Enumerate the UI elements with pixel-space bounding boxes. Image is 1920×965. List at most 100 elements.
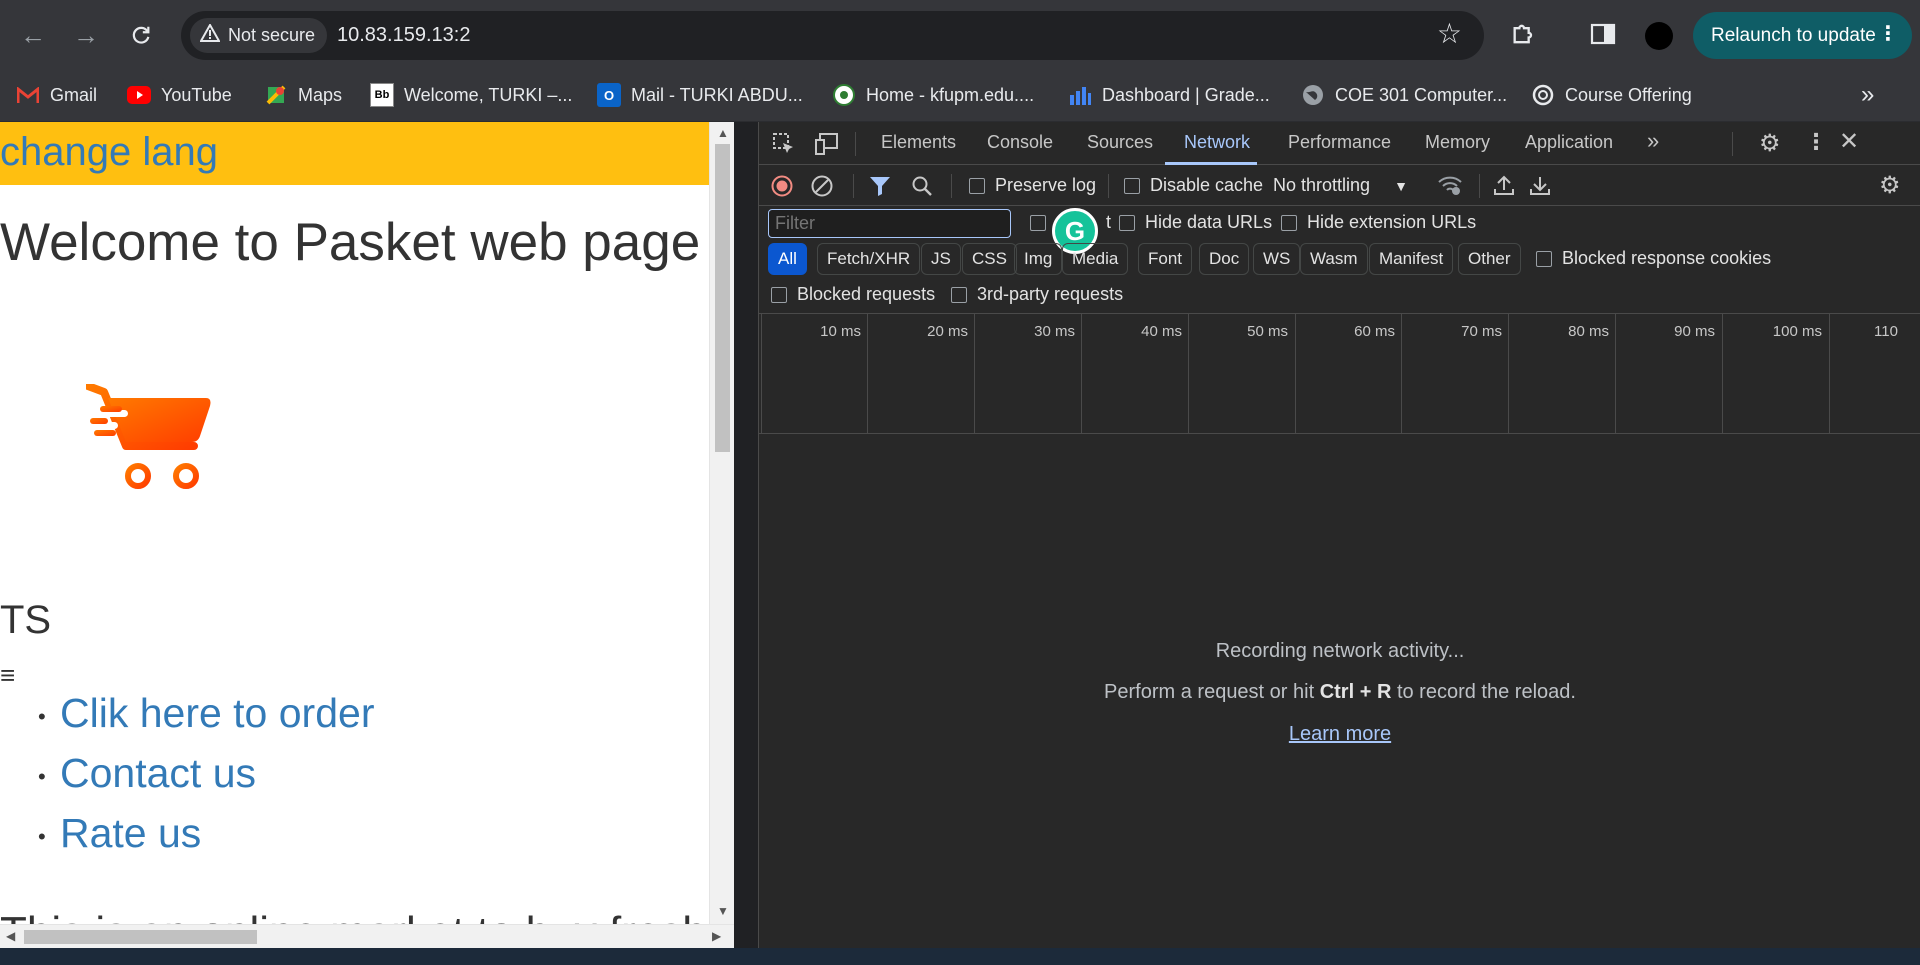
side-panel-icon[interactable]	[1590, 22, 1616, 51]
network-conditions-wifi-icon[interactable]	[1437, 174, 1463, 200]
bookmark-kfupm-home[interactable]: Home - kfupm.edu....	[832, 80, 1034, 110]
disable-cache-checkbox[interactable]: Disable cache	[1124, 175, 1263, 196]
invert-checkbox[interactable]	[1030, 215, 1046, 231]
timeline-label: 60 ms	[1354, 323, 1395, 340]
timeline-label: 20 ms	[927, 323, 968, 340]
type-filter-font[interactable]: Font	[1138, 243, 1193, 275]
back-arrow-icon[interactable]: ←	[16, 18, 50, 52]
tab-memory[interactable]: Memory	[1425, 132, 1490, 153]
tab-sources[interactable]: Sources	[1087, 132, 1153, 153]
clear-icon[interactable]	[811, 175, 833, 201]
reload-icon[interactable]	[124, 18, 158, 52]
relaunch-to-update-button[interactable]: Relaunch to update ⋮	[1693, 12, 1912, 59]
change-lang-link[interactable]: change lang	[0, 130, 218, 175]
more-tabs-chevron-icon[interactable]: »	[1647, 128, 1659, 154]
blocked-response-cookies-checkbox[interactable]: Blocked response cookies	[1536, 248, 1771, 269]
timeline-gridline	[1829, 314, 1830, 434]
kfupm-icon	[832, 83, 856, 107]
hamburger-menu-icon[interactable]: ≡	[0, 660, 15, 691]
scroll-left-arrow-icon[interactable]: ◀	[6, 929, 15, 943]
network-settings-gear-icon[interactable]: ⚙	[1879, 174, 1901, 198]
address-bar[interactable]: Not secure 10.83.159.13:2 ☆	[181, 11, 1484, 60]
close-devtools-icon[interactable]: ✕	[1839, 130, 1859, 154]
import-har-upload-icon[interactable]	[1493, 174, 1515, 200]
checkbox-box[interactable]	[1030, 215, 1046, 231]
tab-elements[interactable]: Elements	[881, 132, 956, 153]
more-bookmarks-chevron-icon[interactable]: »	[1861, 80, 1874, 110]
timeline-label: 100 ms	[1772, 323, 1822, 340]
preserve-log-checkbox[interactable]: Preserve log	[969, 175, 1096, 196]
learn-more-link[interactable]: Learn more	[759, 723, 1920, 746]
extensions-puzzle-icon[interactable]	[1510, 20, 1538, 53]
type-filter-fetch-xhr[interactable]: Fetch/XHR	[817, 243, 921, 275]
devtools-splitter[interactable]	[734, 122, 758, 948]
search-icon[interactable]	[911, 175, 933, 201]
type-filter-doc[interactable]: Doc	[1199, 243, 1250, 275]
tab-separator	[1732, 132, 1733, 156]
security-chip[interactable]: Not secure	[190, 18, 328, 53]
bookmark-coe301[interactable]: COE 301 Computer...	[1301, 80, 1507, 110]
scroll-down-arrow-icon[interactable]: ▼	[717, 904, 729, 918]
profile-avatar[interactable]	[1644, 21, 1674, 56]
bookmark-dashboard-grade[interactable]: Dashboard | Grade...	[1068, 80, 1270, 110]
network-overview-timeline[interactable]: 10 ms 20 ms 30 ms 40 ms 50 ms 60 ms 70 m…	[759, 313, 1920, 434]
bookmark-star-icon[interactable]: ☆	[1437, 20, 1462, 48]
devtools-tab-bar: Elements Console Sources Network Perform…	[759, 122, 1920, 165]
throttling-select[interactable]: No throttling ▼	[1273, 175, 1408, 196]
inspect-element-icon[interactable]	[773, 133, 795, 159]
settings-gear-icon[interactable]: ⚙	[1759, 132, 1781, 156]
type-filter-manifest[interactable]: Manifest	[1369, 243, 1454, 275]
horizontal-scroll-thumb[interactable]	[24, 930, 257, 944]
checkbox-box[interactable]	[771, 286, 787, 303]
third-party-requests-checkbox[interactable]: 3rd-party requests	[951, 284, 1123, 305]
checkbox-box[interactable]	[1124, 177, 1140, 194]
timeline-gridline	[1722, 314, 1723, 434]
checkbox-box[interactable]	[969, 177, 985, 194]
hide-data-urls-checkbox[interactable]: Hide data URLs	[1119, 212, 1272, 233]
contact-link[interactable]: Contact us	[38, 750, 374, 810]
type-filter-media[interactable]: Media	[1062, 243, 1129, 275]
type-filter-ws[interactable]: WS	[1253, 243, 1301, 275]
type-filter-img[interactable]: Img	[1014, 243, 1063, 275]
filter-input[interactable]	[768, 209, 1011, 238]
timeline-gridline	[1188, 314, 1189, 434]
scroll-up-arrow-icon[interactable]: ▲	[717, 126, 729, 140]
stop-recording-icon[interactable]	[771, 175, 793, 201]
url-text[interactable]: 10.83.159.13:2	[337, 24, 470, 47]
tab-application[interactable]: Application	[1525, 132, 1613, 153]
checkbox-box[interactable]	[1281, 214, 1297, 231]
bookmark-blackboard[interactable]: Bb Welcome, TURKI –...	[370, 80, 572, 110]
rate-link[interactable]: Rate us	[38, 810, 374, 870]
checkbox-box[interactable]	[951, 286, 967, 303]
type-filter-js[interactable]: JS	[921, 243, 961, 275]
type-filter-all[interactable]: All	[768, 243, 807, 275]
timeline-label: 80 ms	[1568, 323, 1609, 340]
horizontal-scrollbar[interactable]: ◀ ▶	[0, 924, 734, 948]
checkbox-box[interactable]	[1536, 250, 1552, 267]
type-filter-other[interactable]: Other	[1458, 243, 1521, 275]
order-link[interactable]: Clik here to order	[38, 690, 374, 750]
filter-funnel-icon[interactable]	[869, 175, 891, 201]
export-har-download-icon[interactable]	[1529, 174, 1551, 200]
tab-performance[interactable]: Performance	[1288, 132, 1391, 153]
bookmark-course-offering[interactable]: Course Offering	[1531, 80, 1692, 110]
device-toolbar-icon[interactable]	[815, 133, 839, 159]
type-filter-wasm[interactable]: Wasm	[1300, 243, 1368, 275]
kebab-menu-icon[interactable]: ⋮	[1878, 21, 1898, 46]
timeline-label: 70 ms	[1461, 323, 1502, 340]
bookmark-youtube[interactable]: YouTube	[127, 80, 232, 110]
scroll-right-arrow-icon[interactable]: ▶	[712, 929, 721, 943]
checkbox-box[interactable]	[1119, 214, 1135, 231]
bookmark-maps[interactable]: Maps	[264, 80, 342, 110]
blocked-requests-checkbox[interactable]: Blocked requests	[771, 284, 935, 305]
hide-extension-urls-checkbox[interactable]: Hide extension URLs	[1281, 212, 1476, 233]
tab-console[interactable]: Console	[987, 132, 1053, 153]
customize-kebab-icon[interactable]: ⋮	[1805, 131, 1827, 153]
bookmark-outlook-mail[interactable]: O Mail - TURKI ABDU...	[597, 80, 803, 110]
tab-network[interactable]: Network	[1184, 132, 1250, 153]
vertical-scroll-thumb[interactable]	[715, 144, 730, 452]
vertical-scrollbar[interactable]: ▲ ▼	[709, 122, 734, 948]
forward-arrow-icon[interactable]: →	[69, 18, 103, 52]
type-filter-css[interactable]: CSS	[962, 243, 1017, 275]
bookmark-gmail[interactable]: Gmail	[16, 80, 97, 110]
